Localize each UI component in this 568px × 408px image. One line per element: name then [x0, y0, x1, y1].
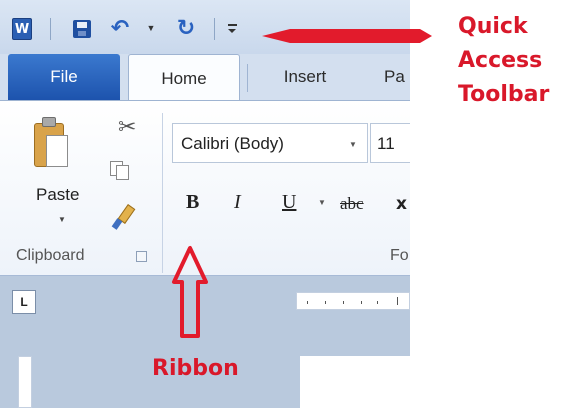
group-separator [162, 113, 163, 273]
undo-icon: ↶ [110, 15, 130, 41]
font-size-value: 11 [377, 134, 395, 153]
dialog-launcher-icon[interactable] [136, 251, 147, 262]
tab-page-layout[interactable]: Pa [370, 54, 410, 100]
bold-button[interactable]: B [186, 191, 199, 214]
brush-handle [111, 218, 123, 230]
chevron-down-icon [228, 29, 236, 33]
paste-dropdown-icon[interactable]: ▼ [58, 215, 66, 224]
undo-dropdown-button[interactable]: ▼ [146, 22, 156, 34]
document-page[interactable] [300, 356, 410, 408]
tab-insert[interactable]: Insert [248, 54, 362, 100]
italic-button[interactable]: I [234, 191, 241, 214]
quick-access-toolbar: W ↶ ▼ ↻ [0, 0, 410, 54]
ruler-tick [397, 297, 398, 305]
word-logo-icon[interactable]: W [12, 18, 32, 40]
font-name-value: Calibri (Body) [181, 134, 284, 153]
font-size-select[interactable]: 11 [370, 123, 410, 163]
ruler-tick [377, 301, 378, 304]
ruler-tick [361, 301, 362, 304]
qat-separator [214, 18, 215, 40]
ribbon-annotation-label: Ribbon [152, 356, 239, 381]
copy-icon[interactable] [110, 161, 132, 181]
paste-sheet [46, 135, 68, 167]
vertical-ruler[interactable] [18, 356, 32, 408]
subscript-button[interactable]: x [396, 194, 407, 214]
save-button[interactable] [72, 18, 92, 40]
qat-annotation-label: Quick Access Toolbar [458, 10, 549, 112]
redo-button[interactable]: ↻ [174, 15, 198, 41]
underline-button[interactable]: U [282, 191, 296, 214]
horizontal-ruler[interactable] [296, 292, 410, 310]
paste-button-label[interactable]: Paste [36, 185, 79, 205]
annotation-line: Access [458, 48, 543, 73]
underline-dropdown-icon[interactable]: ▼ [318, 198, 326, 207]
ruler-tick [325, 301, 326, 304]
customize-qat-button[interactable] [226, 20, 238, 36]
cut-icon[interactable]: ✂ [118, 115, 136, 140]
clipboard-clip [42, 117, 56, 127]
undo-button[interactable]: ↶ [108, 15, 132, 41]
font-name-select[interactable]: Calibri (Body) ▼ [172, 123, 368, 163]
chevron-down-icon: ▼ [146, 23, 156, 33]
strikethrough-button[interactable]: abc [340, 194, 364, 214]
word-window: W ↶ ▼ ↻ File Home Insert Pa Paste ▼ ✂ Cl… [0, 0, 410, 408]
annotation-line: Quick [458, 14, 528, 39]
chevron-down-icon[interactable]: ▼ [349, 140, 357, 149]
format-painter-icon[interactable] [111, 201, 138, 230]
ruler-tick [343, 301, 344, 304]
clipboard-group-label: Clipboard [16, 247, 85, 264]
customize-qat-icon [227, 24, 237, 26]
ribbon: Paste ▼ ✂ Clipboard Calibri (Body) ▼ 11 … [0, 100, 410, 276]
copy-sheet [116, 165, 129, 180]
annotation-line: Toolbar [458, 82, 550, 107]
paste-icon[interactable] [34, 117, 68, 171]
save-icon [73, 20, 91, 38]
redo-icon: ↻ [176, 15, 196, 41]
ruler-tick [307, 301, 308, 304]
ribbon-tab-row: File Home Insert Pa [0, 54, 410, 102]
qat-separator [50, 18, 51, 40]
tab-file[interactable]: File [8, 54, 120, 100]
font-group-label: Fo [390, 247, 409, 264]
tab-selector-button[interactable]: L [12, 290, 36, 314]
tab-home[interactable]: Home [128, 54, 240, 102]
annotated-screenshot: W ↶ ▼ ↻ File Home Insert Pa Paste ▼ ✂ Cl… [0, 0, 568, 408]
